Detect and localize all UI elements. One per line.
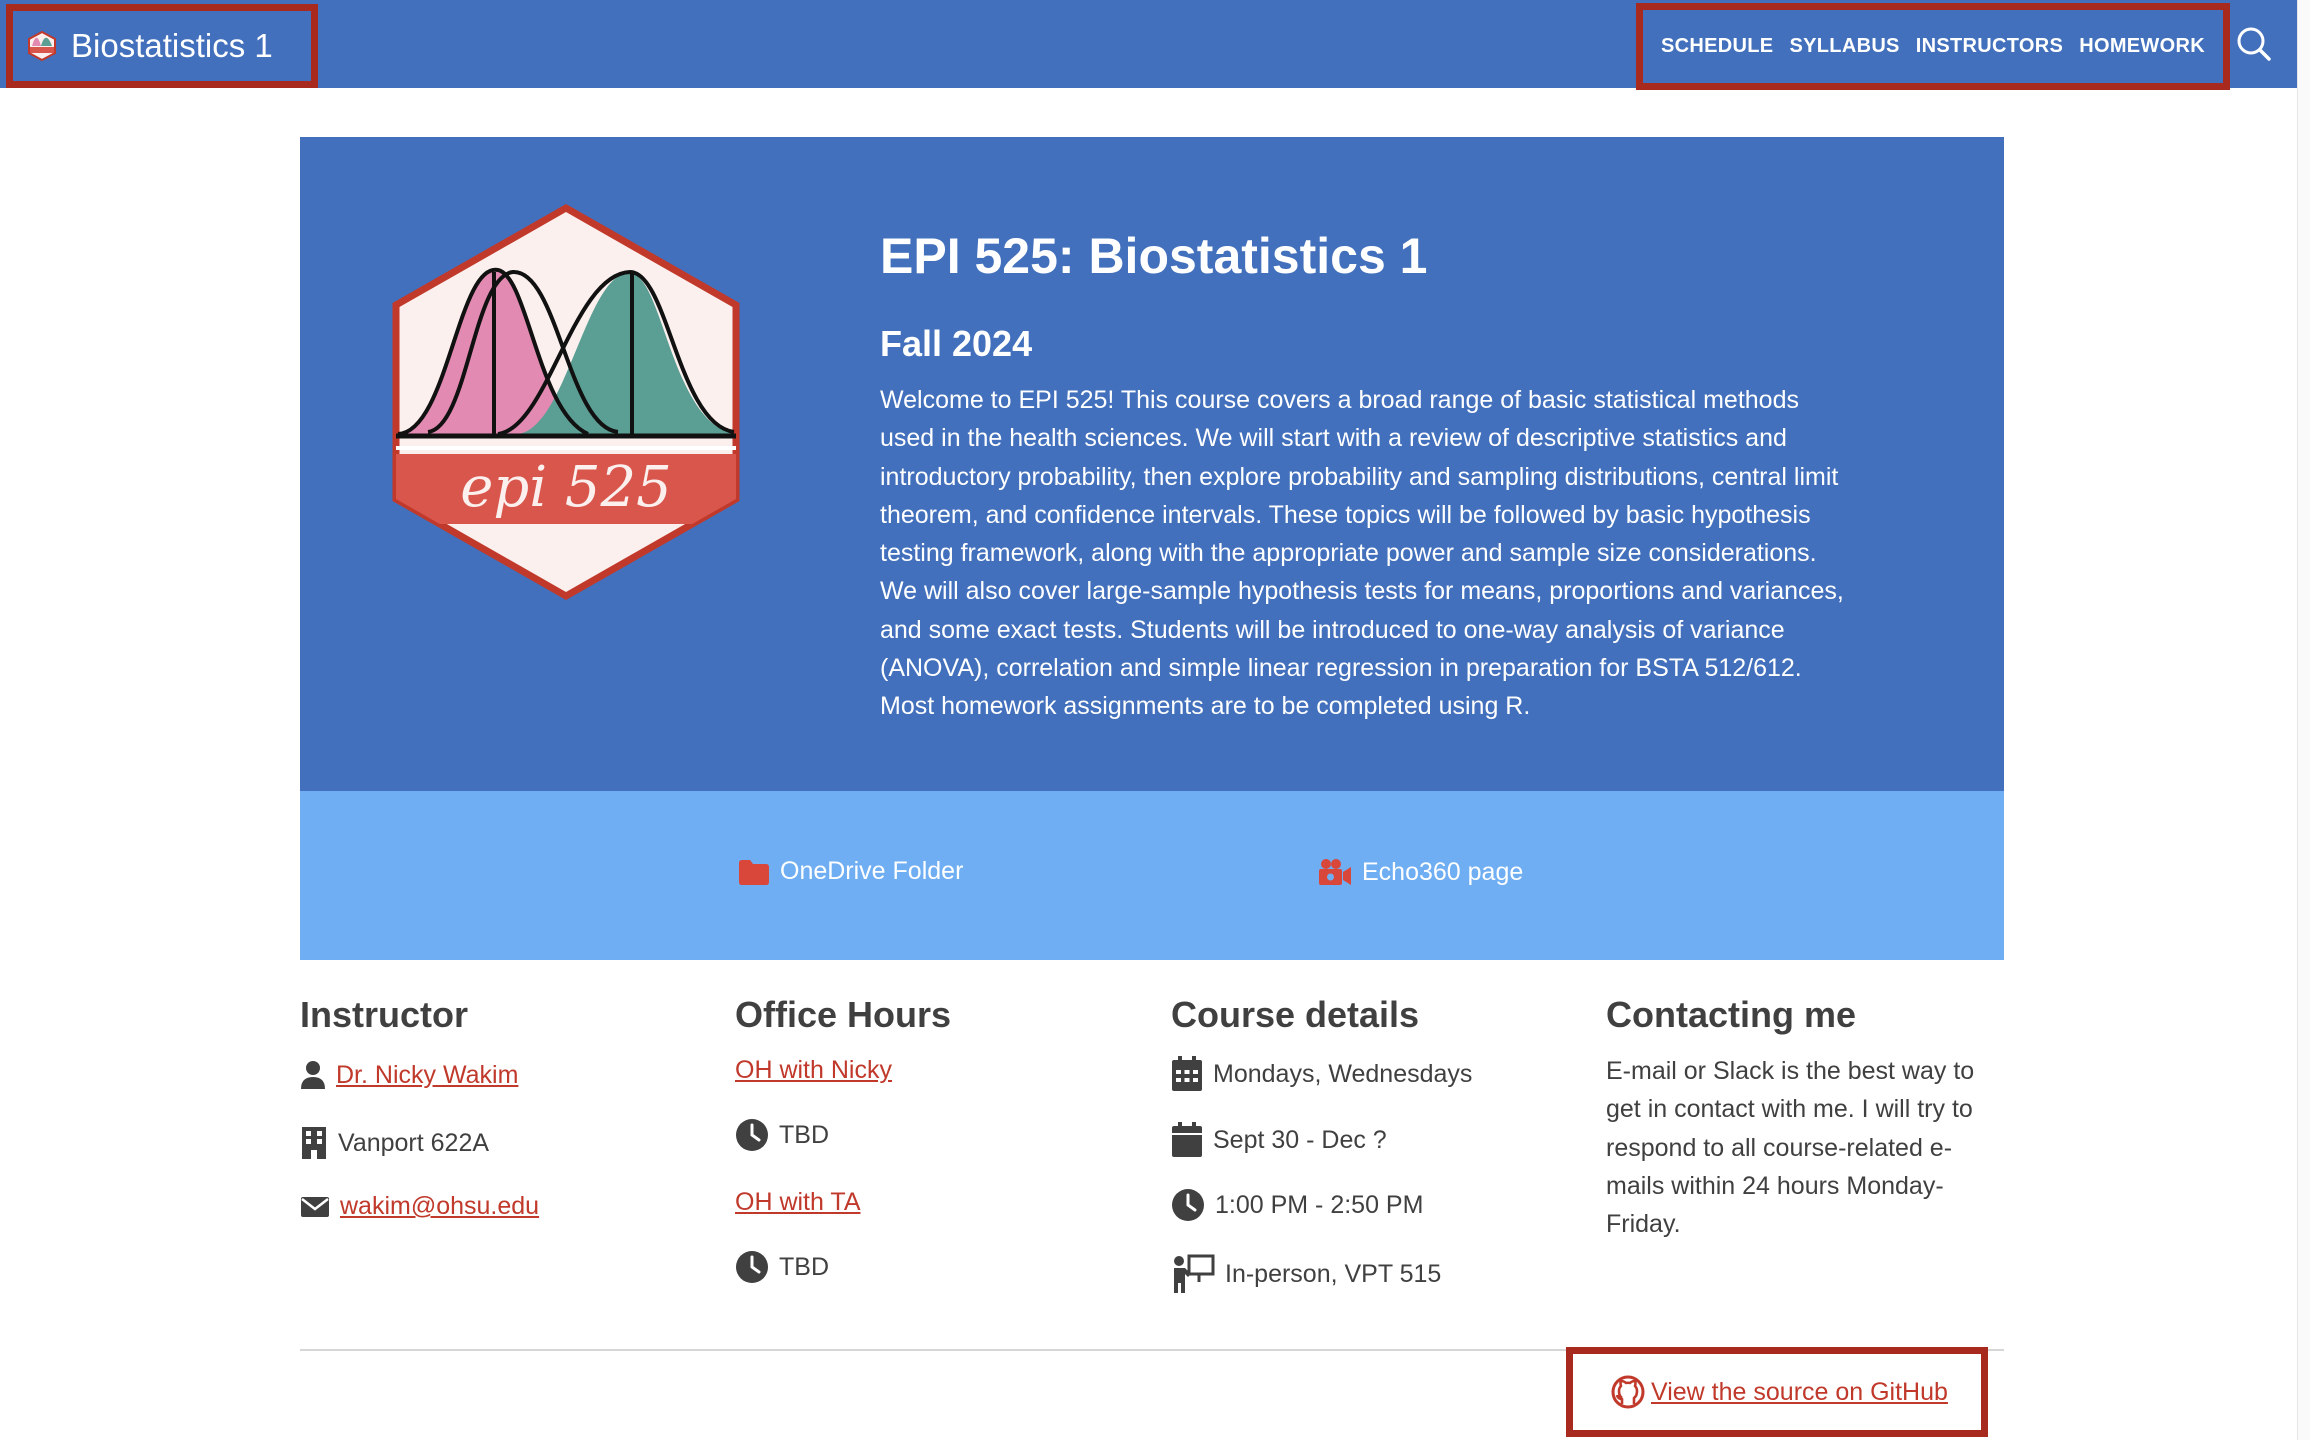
github-source-link[interactable]: View the source on GitHub xyxy=(1611,1375,1948,1409)
clock-icon xyxy=(736,1119,768,1151)
github-icon xyxy=(1611,1375,1645,1409)
office-hours-heading: Office Hours xyxy=(735,994,952,1035)
brand-link[interactable]: Biostatistics 1 xyxy=(6,4,318,88)
nav-schedule[interactable]: SCHEDULE xyxy=(1661,35,1773,58)
course-days-row: Mondays, Wednesdays xyxy=(1171,1056,1472,1092)
oh-nicky-row: OH with Nicky xyxy=(735,1056,892,1085)
onedrive-folder-link[interactable]: OneDrive Folder xyxy=(738,857,963,886)
hero-banner: epi 525 EPI 525: Biostatistics 1 Fall 20… xyxy=(300,137,2004,791)
course-details-heading: Course details xyxy=(1171,994,1420,1035)
course-dates-row: Sept 30 - Dec ? xyxy=(1171,1122,1387,1158)
main-nav: SCHEDULE SYLLABUS INSTRUCTORS HOMEWORK xyxy=(1636,3,2230,90)
instructor-email-link[interactable]: wakim@ohsu.edu xyxy=(340,1192,539,1221)
echo360-page-link[interactable]: Echo360 page xyxy=(1318,857,1523,887)
course-time: 1:00 PM - 2:50 PM xyxy=(1215,1190,1424,1219)
course-description: Welcome to EPI 525! This course covers a… xyxy=(880,386,1844,721)
navbar: Biostatistics 1 SCHEDULE SYLLABUS INSTRU… xyxy=(0,0,2310,90)
calendar-grid-icon xyxy=(1172,1056,1202,1091)
envelope-icon xyxy=(301,1196,329,1217)
oh-ta-row: OH with TA xyxy=(735,1188,861,1217)
contact-text: E-mail or Slack is the best way to get i… xyxy=(1606,1057,1975,1239)
course-dates: Sept 30 - Dec ? xyxy=(1213,1125,1387,1154)
onedrive-folder-label: OneDrive Folder xyxy=(780,857,964,885)
brand-logo-icon xyxy=(27,31,57,61)
oh-nicky-time-row: TBD xyxy=(735,1118,829,1152)
brand-title: Biostatistics 1 xyxy=(71,27,273,64)
instructor-office: Vanport 622A xyxy=(338,1128,490,1157)
course-hex-logo: epi 525 xyxy=(392,203,740,601)
instructor-heading: Instructor xyxy=(300,994,469,1035)
presentation-icon xyxy=(1174,1254,1215,1293)
course-details-section: Course details Mondays, Wednesdays Sept … xyxy=(1171,994,1591,1293)
hex-logo-text: epi 525 xyxy=(460,455,672,520)
github-link-box: View the source on GitHub xyxy=(1566,1347,1988,1437)
course-time-row: 1:00 PM - 2:50 PM xyxy=(1171,1188,1423,1222)
clock-icon xyxy=(736,1251,768,1283)
office-hours-section: Office Hours OH with Nicky TBD OH with T… xyxy=(735,994,1155,1283)
person-icon xyxy=(301,1061,325,1089)
resource-links-band: OneDrive Folder Echo360 page xyxy=(300,791,2004,960)
nav-instructors[interactable]: INSTRUCTORS xyxy=(1916,35,2063,58)
oh-ta-link[interactable]: OH with TA xyxy=(735,1188,861,1217)
oh-ta-time-row: TBD xyxy=(735,1250,829,1284)
instructor-name-link[interactable]: Dr. Nicky Wakim xyxy=(336,1061,518,1090)
contact-heading: Contacting me xyxy=(1606,994,1857,1035)
github-link-label: View the source on GitHub xyxy=(1651,1377,1948,1406)
course-location-row: In-person, VPT 515 xyxy=(1171,1254,1441,1294)
calendar-icon xyxy=(1172,1122,1202,1157)
oh-nicky-link[interactable]: OH with Nicky xyxy=(735,1056,892,1085)
page-scrollbar[interactable] xyxy=(2297,0,2310,1440)
video-person-icon xyxy=(1319,859,1351,885)
oh-ta-time: TBD xyxy=(779,1252,829,1281)
course-days: Mondays, Wednesdays xyxy=(1213,1059,1473,1088)
contact-section: Contacting me E-mail or Slack is the bes… xyxy=(1606,994,2006,1238)
instructor-office-row: Vanport 622A xyxy=(300,1126,489,1160)
course-location: In-person, VPT 515 xyxy=(1225,1259,1442,1288)
page-title: EPI 525: Biostatistics 1 xyxy=(880,228,1428,284)
oh-nicky-time: TBD xyxy=(779,1120,829,1149)
echo360-page-label: Echo360 page xyxy=(1362,857,1524,886)
nav-homework[interactable]: HOMEWORK xyxy=(2079,35,2205,58)
building-icon xyxy=(302,1127,326,1159)
folder-icon xyxy=(739,859,769,885)
search-icon[interactable] xyxy=(2234,24,2274,64)
term-subtitle: Fall 2024 xyxy=(880,323,1033,364)
nav-syllabus[interactable]: SYLLABUS xyxy=(1790,35,1900,58)
instructor-email-row: wakim@ohsu.edu xyxy=(300,1192,539,1221)
clock-icon xyxy=(1172,1189,1204,1221)
instructor-name-row: Dr. Nicky Wakim xyxy=(300,1060,518,1090)
instructor-section: Instructor Dr. Nicky Wakim Vanport 622A … xyxy=(300,994,720,1220)
